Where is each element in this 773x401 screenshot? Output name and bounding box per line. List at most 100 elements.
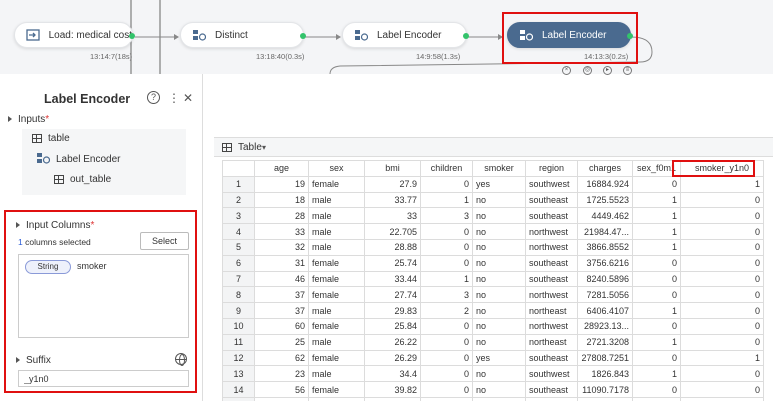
table-cell: 0 <box>632 175 681 193</box>
table-cell: 0 <box>632 317 681 335</box>
node-load-medical-cost[interactable]: Load: medical cost <box>14 22 135 48</box>
node-label-encoder-1[interactable]: Label Encoder <box>342 22 469 48</box>
table-cell: 1 <box>632 191 681 209</box>
table-cell: 0 <box>632 254 681 272</box>
table-row[interactable]: 6 31 female 25.74 0 no southeast 3756.6216 0 0 <box>222 254 764 272</box>
table-icon <box>222 143 232 152</box>
table-cell: 2721.3208 <box>577 333 633 351</box>
close-icon[interactable]: ✕ <box>183 91 193 105</box>
table-cell: yes <box>472 175 526 193</box>
table-cell: 1826.843 <box>577 365 633 383</box>
table-row[interactable]: 5 32 male 28.88 0 no northwest 3866.8552 1 0 <box>222 238 764 256</box>
table-row[interactable]: 13 23 male 34.4 0 no southwest 1826.843 1 0 <box>222 365 764 383</box>
table-cell: female <box>308 381 365 398</box>
table-row[interactable]: 2 18 male 33.77 1 no southeast 1725.5523 1 0 <box>222 191 764 209</box>
node-label: Distinct <box>215 29 248 41</box>
table-cell: 0 <box>420 317 473 335</box>
node-output-port[interactable] <box>129 33 135 39</box>
column-header[interactable]: region <box>525 160 578 177</box>
table-row[interactable]: 9 37 male 29.83 2 no northeast 6406.4107 1 0 <box>222 302 764 319</box>
table-cell: yes <box>472 349 526 367</box>
inputs-section-header[interactable]: Inputs* <box>8 114 49 125</box>
pipeline-canvas[interactable]: Load: medical cost 13:14:7(18s) Distinct… <box>0 0 773 75</box>
table-cell: southeast <box>525 349 578 367</box>
table-row[interactable]: 10 60 female 25.84 0 no northwest 28923.13... 0 0 <box>222 317 764 335</box>
table-cell: 28 <box>254 207 309 225</box>
more-icon[interactable]: ⋮ <box>168 91 180 105</box>
table-header-bar[interactable]: Table ▾ <box>214 137 773 157</box>
suffix-input[interactable] <box>18 370 189 387</box>
table-cell: 22.705 <box>364 223 421 240</box>
table-cell: 0 <box>632 286 681 304</box>
encoder-item[interactable]: Label Encoder <box>36 152 121 167</box>
table-row[interactable]: 8 37 female 27.74 3 no northwest 7281.5056 0 0 <box>222 286 764 304</box>
preview-icon[interactable]: ◎ <box>583 66 592 75</box>
help-icon[interactable]: ? <box>147 91 160 104</box>
table-row[interactable]: 12 62 female 26.29 0 yes southeast 27808.7251 0 1 <box>222 349 764 367</box>
input-columns-highlight: Input Columns* 1 columns selected Select… <box>4 210 197 393</box>
table-cell: 28923.13... <box>577 317 633 335</box>
menu-icon[interactable]: ≡ <box>623 66 632 75</box>
column-header[interactable]: bmi <box>364 160 421 177</box>
table-cell: 25.74 <box>364 254 421 272</box>
column-header[interactable]: smoker <box>472 160 526 177</box>
table-cell: male <box>308 191 365 209</box>
table-cell: 1 <box>632 365 681 383</box>
column-header[interactable]: charges <box>577 160 633 177</box>
table-cell: 56 <box>254 381 309 398</box>
node-timestamp: 14:9:58(1.3s) <box>416 52 461 61</box>
encoder-icon <box>36 152 51 167</box>
row-number: 10 <box>222 317 255 335</box>
table-cell: male <box>308 365 365 383</box>
node-output-port[interactable] <box>463 33 469 39</box>
table-row[interactable]: 3 28 male 33 3 no southeast 4449.462 1 0 <box>222 207 764 225</box>
table-row[interactable]: 1527male42.130yessoutheast39611.757711 <box>222 396 764 401</box>
table-cell: 1 <box>680 349 764 367</box>
table-cell: 16884.924 <box>577 175 633 193</box>
table-cell: 0 <box>680 191 764 209</box>
select-button[interactable]: Select <box>140 232 189 250</box>
column-header[interactable]: age <box>254 160 309 177</box>
table-cell: 0 <box>680 238 764 256</box>
table-cell: 0 <box>680 270 764 288</box>
table-cell: 23 <box>254 365 309 383</box>
output-table-item[interactable]: out_table <box>54 174 111 185</box>
table-cell: 1 <box>632 396 681 401</box>
column-type-badge: String <box>25 260 71 274</box>
table-cell: 26.29 <box>364 349 421 367</box>
encoder-icon <box>353 29 369 41</box>
table-row[interactable]: 14 56 female 39.82 0 no southeast 11090.7178 0 0 <box>222 381 764 398</box>
table-cell: 1725.5523 <box>577 191 633 209</box>
suffix-header[interactable]: Suffix <box>16 355 51 366</box>
table-cell: 27.9 <box>364 175 421 193</box>
table-row[interactable]: 7 46 female 33.44 1 no southeast 8240.5896 0 0 <box>222 270 764 288</box>
table-row[interactable]: 4 33 male 22.705 0 no northwest 21984.47... 1 0 <box>222 223 764 240</box>
column-header[interactable]: children <box>420 160 473 177</box>
table-cell: 8240.5896 <box>577 270 633 288</box>
table-cell: 3756.6216 <box>577 254 633 272</box>
table-cell: 28.88 <box>364 238 421 256</box>
table-view: Table ▾ age sex bmi children smoker region cha… <box>214 137 773 401</box>
table-row[interactable]: 1 19 female 27.9 0 yes southwest 16884.924 0 1 <box>222 175 764 193</box>
row-number-header[interactable] <box>222 160 255 177</box>
node-output-port[interactable] <box>300 33 306 39</box>
table-cell: 3866.8552 <box>577 238 633 256</box>
table-cell: 1 <box>632 238 681 256</box>
table-cell: male <box>308 223 365 240</box>
table-cell: no <box>472 333 526 351</box>
input-table-item[interactable]: table <box>32 133 70 144</box>
table-cell: 0 <box>632 381 681 398</box>
node-distinct[interactable]: Distinct <box>180 22 306 48</box>
stop-icon[interactable]: × <box>562 66 571 75</box>
input-columns-header[interactable]: Input Columns* <box>16 220 94 231</box>
globe-icon[interactable] <box>175 353 187 366</box>
table-cell: 25 <box>254 333 309 351</box>
data-table: age sex bmi children smoker region charges sex_… <box>222 160 764 401</box>
table-cell: southeast <box>525 381 578 398</box>
chevron-down-icon[interactable]: ▾ <box>262 143 266 152</box>
row-number: 4 <box>222 223 255 240</box>
table-cell: 33.77 <box>364 191 421 209</box>
play-icon[interactable]: ▸ <box>603 66 612 75</box>
column-header[interactable]: sex <box>308 160 365 177</box>
table-row[interactable]: 11 25 male 26.22 0 no northeast 2721.3208 1 0 <box>222 333 764 351</box>
